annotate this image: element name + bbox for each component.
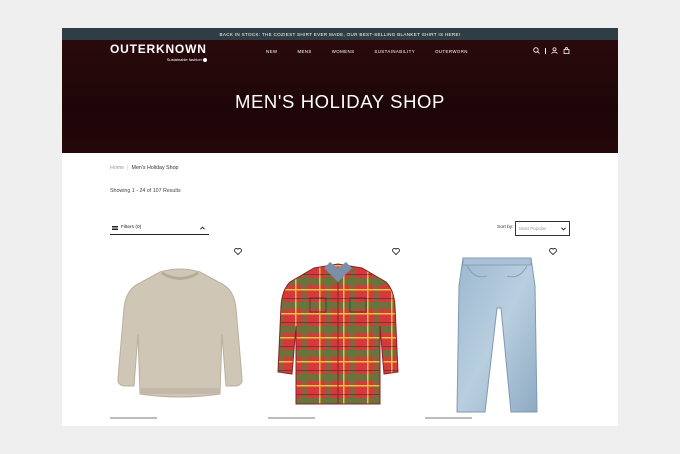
product-image-sweater[interactable] — [110, 246, 250, 416]
breadcrumb-separator: | — [127, 165, 129, 171]
announcement-bar[interactable]: BACK IN STOCK: THE COZIEST SHIRT EVER MA… — [62, 28, 618, 40]
cart-icon[interactable] — [563, 47, 570, 54]
brand-tagline: Sustainable fashion — [110, 57, 207, 62]
heart-icon[interactable] — [234, 248, 242, 255]
breadcrumb-home[interactable]: Home — [110, 165, 124, 171]
heart-icon[interactable] — [392, 248, 400, 255]
nav-item-outerworn[interactable]: OUTERWORN — [435, 49, 468, 54]
nav-item-womens[interactable]: WOMENS — [332, 49, 355, 54]
product-image-plaid-shirt[interactable] — [268, 246, 408, 416]
divider — [545, 47, 546, 54]
sort-label: Sort by: — [497, 225, 514, 230]
main-nav: NEW MENS WOMENS SUSTAINABILITY OUTERWORN — [266, 49, 488, 54]
swatch-bar — [268, 417, 315, 419]
nav-item-new[interactable]: NEW — [266, 49, 277, 54]
chevron-down-icon — [561, 227, 566, 231]
breadcrumb: Home | Men's Holiday Shop — [110, 165, 178, 171]
announcement-text[interactable]: BACK IN STOCK: THE COZIEST SHIRT EVER MA… — [220, 32, 461, 37]
badge-icon — [202, 57, 207, 62]
nav-item-sustainability[interactable]: SUSTAINABILITY — [374, 49, 415, 54]
swatch-bar — [110, 417, 157, 419]
nav-item-mens[interactable]: MENS — [297, 49, 311, 54]
page-title: MEN'S HOLIDAY SHOP — [234, 91, 445, 112]
breadcrumb-current: Men's Holiday Shop — [131, 165, 179, 171]
sort-select[interactable]: Most Popular — [515, 221, 570, 236]
header-icons — [533, 47, 570, 54]
product-image-jeans[interactable] — [425, 246, 565, 416]
filters-toggle[interactable]: Filters (0) — [110, 221, 209, 235]
product-card[interactable] — [425, 246, 565, 426]
sort-selected-value: Most Popular — [519, 226, 547, 231]
product-card[interactable] — [268, 246, 408, 426]
filter-icon — [112, 225, 118, 230]
brand-wordmark: OUTERKNOWN — [110, 42, 207, 56]
heart-icon[interactable] — [549, 248, 557, 255]
brand-logo[interactable]: OUTERKNOWN Sustainable fashion — [110, 43, 207, 62]
results-count: Showing 1 - 24 of 107 Results — [110, 188, 181, 194]
page-frame: BACK IN STOCK: THE COZIEST SHIRT EVER MA… — [62, 28, 618, 426]
chevron-up-icon — [200, 226, 205, 230]
hero-banner: OUTERKNOWN Sustainable fashion NEW MENS … — [62, 40, 618, 153]
filters-label: Filters (0) — [121, 225, 142, 230]
swatch-bar — [425, 417, 472, 419]
search-icon[interactable] — [533, 47, 540, 54]
product-card[interactable] — [110, 246, 250, 426]
account-icon[interactable] — [551, 47, 558, 54]
